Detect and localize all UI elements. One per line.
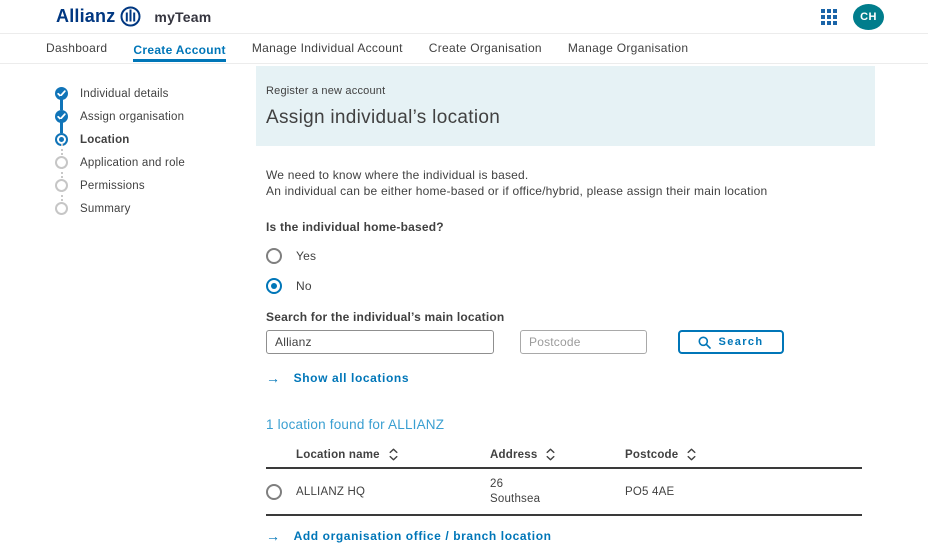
results-summary: 1 location found for ALLIANZ (266, 417, 445, 432)
column-label: Postcode (625, 448, 679, 461)
column-location-name: Location name (296, 448, 490, 461)
nav-item-create-organisation[interactable]: Create Organisation (429, 34, 542, 63)
location-search-input[interactable] (266, 330, 494, 354)
sort-icon[interactable] (389, 448, 398, 461)
intro-line-2: An individual can be either home-based o… (266, 184, 768, 198)
add-location-link[interactable]: → Add organisation office / branch locat… (266, 529, 862, 543)
sort-icon[interactable] (687, 448, 696, 461)
cell-postcode: PO5 4AE (625, 485, 675, 498)
app-title: myTeam (154, 8, 212, 25)
intro-text: We need to know where the individual is … (266, 167, 862, 199)
radio-yes-control[interactable] (266, 247, 282, 264)
step-application-and-role[interactable]: Application and role (55, 151, 255, 178)
step-permissions[interactable]: Permissions (55, 174, 255, 201)
home-based-question: Is the individual home-based? (266, 220, 444, 234)
radio-yes-label: Yes (296, 248, 317, 263)
show-all-locations-link[interactable]: → Show all locations (266, 371, 862, 385)
page-title: Assign individual’s location (266, 107, 501, 128)
column-label: Address (490, 448, 538, 461)
locations-table: Location name Address Postcode ALLIANZ H… (266, 442, 862, 516)
step-connector (60, 144, 63, 155)
brand: Allianz myTeam (56, 6, 211, 27)
main-content: Register a new account Assign individual… (256, 66, 875, 543)
search-button-label: Search (718, 336, 764, 348)
column-address: Address (490, 448, 625, 461)
location-search-row: Search (266, 330, 862, 354)
nav-item-manage-individual-account[interactable]: Manage Individual Account (252, 34, 403, 63)
intro-line-1: We need to know where the individual is … (266, 168, 529, 182)
apps-grid-icon[interactable] (821, 8, 838, 25)
main-nav: Dashboard Create Account Manage Individu… (0, 33, 928, 64)
step-assign-organisation[interactable]: Assign organisation (55, 105, 255, 133)
step-label: Permissions (80, 179, 145, 192)
search-icon (698, 336, 712, 349)
address-line-1: 26 (490, 477, 504, 490)
user-avatar[interactable]: CH (853, 3, 884, 30)
cell-location-name: ALLIANZ HQ (296, 485, 366, 498)
row-select-cell (266, 483, 296, 500)
step-summary[interactable]: Summary (55, 197, 255, 220)
add-location-label: Add organisation office / branch locatio… (293, 529, 552, 543)
radio-option-no[interactable]: No (266, 277, 862, 294)
wizard-stepper: Individual details Assign organisation L… (55, 82, 255, 220)
step-connector (60, 119, 63, 133)
radio-option-yes[interactable]: Yes (266, 247, 862, 264)
app-header: Allianz myTeam CH (0, 0, 928, 33)
table-row[interactable]: ALLIANZ HQ 26 Southsea PO5 4AE (266, 469, 862, 516)
step-location[interactable]: Location (55, 128, 255, 155)
postcode-input[interactable] (520, 330, 647, 354)
row-select-radio[interactable] (266, 483, 282, 500)
radio-no-control[interactable] (266, 277, 282, 294)
column-postcode: Postcode (625, 448, 862, 461)
allianz-logo-icon (120, 6, 141, 27)
arrow-right-icon: → (266, 370, 281, 386)
table-header-row: Location name Address Postcode (266, 442, 862, 469)
step-label: Assign organisation (80, 110, 185, 123)
step-connector (60, 96, 63, 110)
arrow-right-icon: → (266, 528, 281, 544)
page-banner: Register a new account Assign individual… (256, 66, 875, 146)
sort-icon[interactable] (546, 448, 555, 461)
address-line-2: Southsea (490, 492, 541, 505)
nav-item-manage-organisation[interactable]: Manage Organisation (568, 34, 688, 63)
step-label: Location (80, 133, 130, 146)
step-label: Individual details (80, 87, 169, 100)
column-label: Location name (296, 448, 380, 461)
step-connector (60, 167, 63, 178)
nav-item-dashboard[interactable]: Dashboard (46, 34, 107, 63)
header-right: CH (821, 3, 884, 30)
cell-address: 26 Southsea (490, 477, 625, 507)
radio-no-label: No (296, 278, 312, 293)
step-individual-details[interactable]: Individual details (55, 82, 255, 110)
brand-name: Allianz (56, 6, 116, 26)
nav-item-create-account[interactable]: Create Account (133, 36, 226, 62)
step-label: Summary (80, 202, 131, 215)
search-button[interactable]: Search (678, 330, 784, 354)
location-search-label: Search for the individual’s main locatio… (266, 310, 505, 324)
show-all-locations-label: Show all locations (293, 371, 410, 385)
banner-eyebrow: Register a new account (266, 85, 386, 97)
step-upcoming-icon (55, 202, 68, 215)
step-label: Application and role (80, 156, 186, 169)
step-connector (60, 190, 63, 201)
